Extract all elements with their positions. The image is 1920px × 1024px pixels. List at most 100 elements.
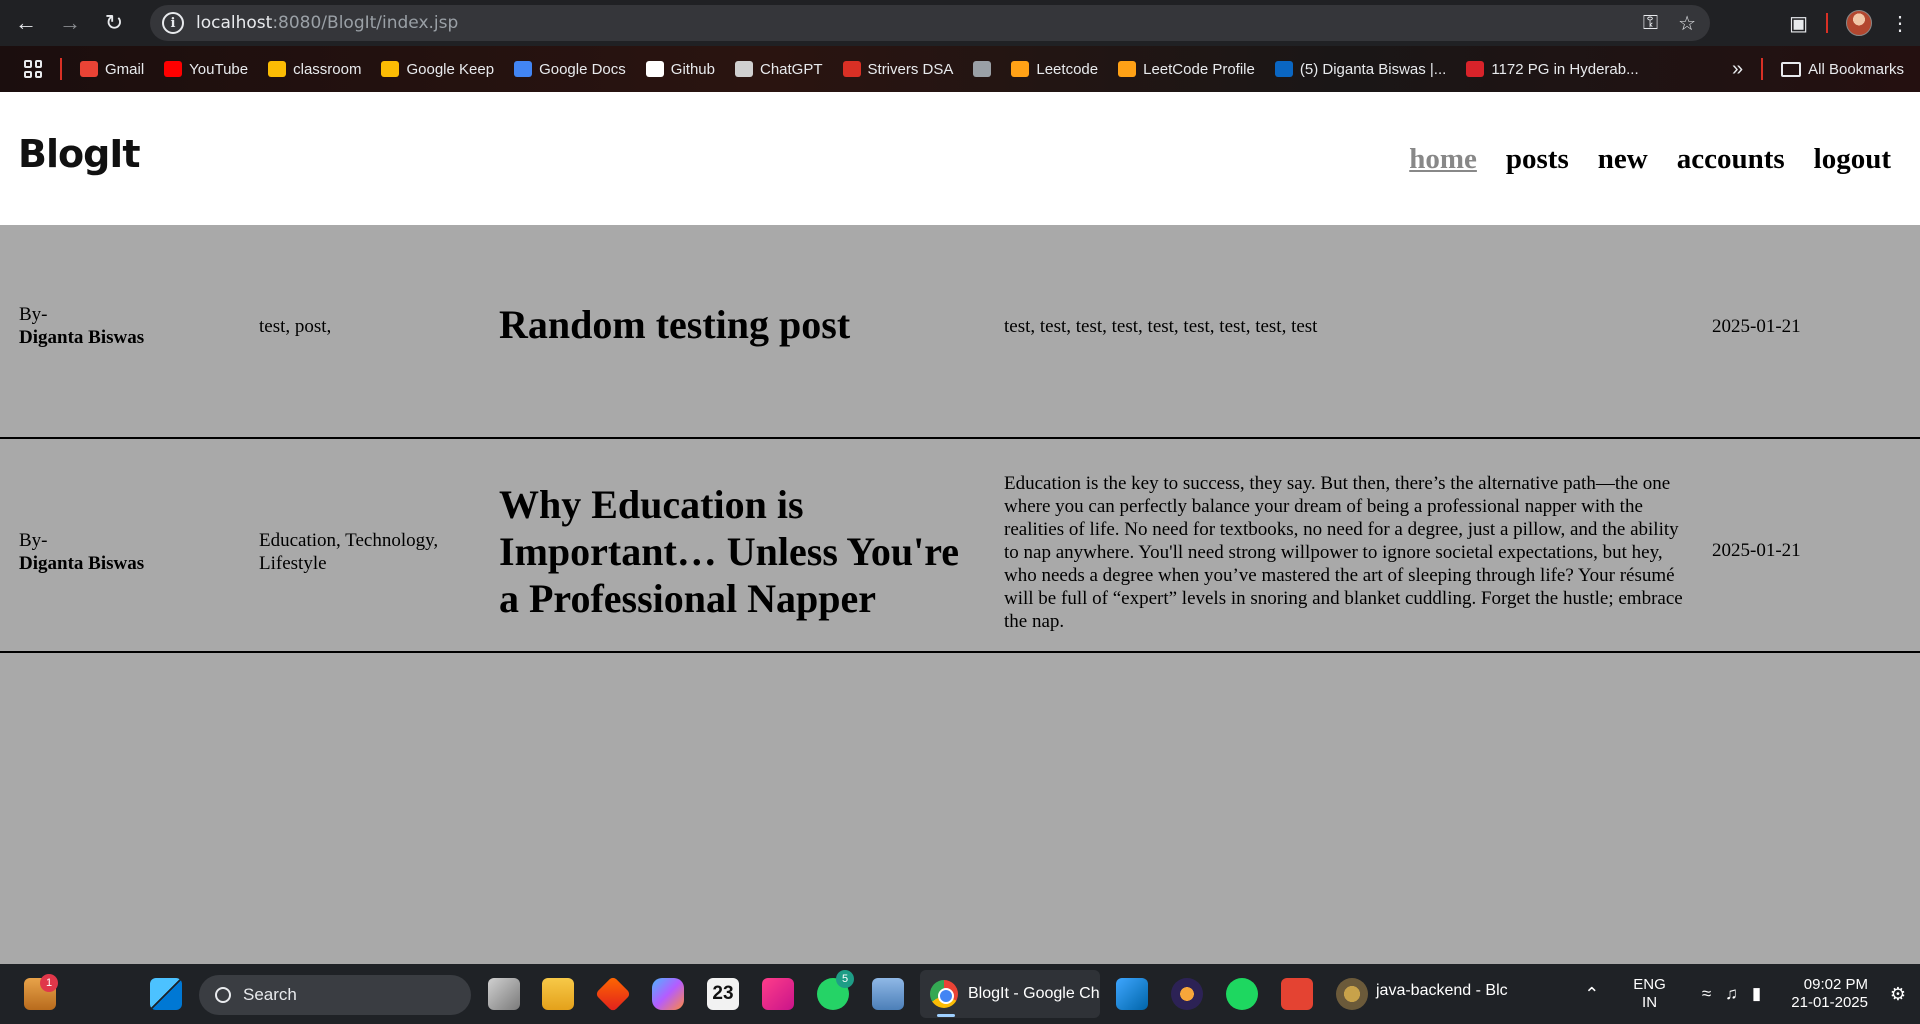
posts-list: By- Diganta Biswas test, post, Random te… <box>0 225 1920 653</box>
bookmark-label: 1172 PG in Hyderab... <box>1491 60 1639 78</box>
search-icon <box>215 987 231 1003</box>
post-row[interactable]: By- Diganta Biswas Education, Technology… <box>0 439 1920 653</box>
bookmark-label: ChatGPT <box>759 60 823 78</box>
bookmark-label: Google Keep <box>406 60 495 78</box>
notification-bell-icon[interactable]: ⚙ <box>1890 984 1906 1005</box>
wifi-icon[interactable]: ≈ <box>1702 984 1711 1004</box>
menu-kebab-icon[interactable]: ⋮ <box>1890 11 1910 36</box>
password-key-icon[interactable]: ⚿ <box>1643 12 1658 35</box>
bookmark-item[interactable]: (5) Diganta Biswas |... <box>1274 61 1446 78</box>
leetcode-icon <box>1118 61 1137 77</box>
forward-arrow-icon[interactable]: → <box>52 5 88 41</box>
whatsapp-badge: 5 <box>836 970 854 988</box>
site-info-icon[interactable]: i <box>162 12 184 34</box>
bookmark-item[interactable]: LeetCode Profile <box>1118 61 1255 78</box>
keep-icon <box>381 61 400 77</box>
lang-line2: IN <box>1642 994 1658 1011</box>
leetcode-icon <box>1011 61 1030 77</box>
author-name: Diganta Biswas <box>19 327 145 348</box>
bookmarks-divider-right <box>1761 58 1764 80</box>
volume-icon[interactable]: ♫ <box>1725 984 1738 1004</box>
clock-time: 09:02 PM <box>1803 976 1868 993</box>
bookmark-item[interactable]: ChatGPT <box>734 60 823 78</box>
magicbricks-icon <box>1466 61 1485 77</box>
lang-line1: ENG <box>1633 976 1666 993</box>
post-date: 2025-01-21 <box>1712 316 1801 337</box>
post-body: Education is the key to success, they sa… <box>1004 473 1683 632</box>
bookmark-label: Gmail <box>105 60 145 78</box>
active-app-indicator <box>937 1014 955 1017</box>
battery-icon[interactable]: ▮ <box>1752 984 1761 1004</box>
bookmark-item[interactable]: classroom <box>268 61 361 78</box>
bookmark-item[interactable]: Google Docs <box>514 61 626 78</box>
author-name: Diganta Biswas <box>19 553 145 574</box>
globe-icon <box>973 61 992 77</box>
bookmarks-bar: Gmail YouTube classroom Google Keep Google D… <box>0 46 1920 92</box>
site-logo[interactable]: BlogIt <box>18 132 141 176</box>
bookmark-star-icon[interactable]: ☆ <box>1678 11 1696 36</box>
nav-home[interactable]: home <box>1409 143 1477 176</box>
copilot-icon[interactable] <box>652 978 684 1010</box>
java-app-icon[interactable] <box>1336 978 1368 1010</box>
bookmark-item[interactable]: Gmail <box>80 61 144 78</box>
tuf-icon <box>842 61 861 77</box>
bookmark-item[interactable]: Strivers DSA <box>842 60 954 78</box>
linkedin-icon <box>1274 61 1293 77</box>
bookmark-label: Leetcode <box>1036 60 1099 78</box>
taskbar-search[interactable]: Search <box>199 975 471 1015</box>
youtube-icon <box>164 61 183 77</box>
browser-toolbar: ← → ↻ i localhost:8080/BlogIt/index.jsp … <box>0 0 1920 46</box>
classroom-icon <box>268 61 287 77</box>
reload-icon[interactable]: ↻ <box>96 5 132 41</box>
calendar-icon[interactable]: 23 <box>707 978 739 1010</box>
nav-accounts[interactable]: accounts <box>1677 143 1785 176</box>
bookmark-item[interactable] <box>973 61 992 77</box>
post-tags: Education, Technology, Lifestyle <box>259 530 439 574</box>
chatgpt-icon <box>734 61 753 77</box>
back-arrow-icon[interactable]: ← <box>8 5 44 41</box>
eclipse-icon[interactable] <box>1171 978 1203 1010</box>
toolbar-divider <box>1826 13 1828 33</box>
chrome-taskbar-button[interactable]: BlogIt - Google Ch <box>920 970 1100 1018</box>
bookmark-label: YouTube <box>189 60 249 78</box>
nav-new[interactable]: new <box>1598 143 1648 176</box>
profile-avatar[interactable] <box>1846 10 1872 36</box>
anydesk-icon[interactable] <box>594 975 632 1013</box>
post-title[interactable]: Why Education is Important… Unless You'r… <box>499 481 979 622</box>
task-view-icon[interactable] <box>488 978 520 1010</box>
bookmark-item[interactable]: Leetcode <box>1011 61 1098 78</box>
nav-logout[interactable]: logout <box>1814 143 1891 176</box>
post-row[interactable]: By- Diganta Biswas test, post, Random te… <box>0 225 1920 439</box>
url-text[interactable]: localhost:8080/BlogIt/index.jsp <box>196 13 458 33</box>
bookmark-item[interactable]: Google Keep <box>381 61 494 78</box>
bookmarks-overflow-icon[interactable]: » <box>1732 58 1743 81</box>
java-task-label[interactable]: java-backend - Blc <box>1376 982 1508 1000</box>
forza-icon[interactable] <box>762 978 794 1010</box>
extensions-icon[interactable]: ▣ <box>1789 11 1808 36</box>
file-explorer-icon[interactable] <box>542 978 574 1010</box>
post-date: 2025-01-21 <box>1712 540 1801 561</box>
bookmark-item[interactable]: Github <box>645 61 715 78</box>
calculator-icon[interactable] <box>872 978 904 1010</box>
bookmark-item[interactable]: YouTube <box>164 61 248 78</box>
bookmark-label: Strivers DSA <box>867 60 954 78</box>
tray-chevron-icon[interactable]: ⌃ <box>1584 984 1599 1005</box>
spotify-icon[interactable] <box>1226 978 1258 1010</box>
apps-grid-icon[interactable] <box>24 60 42 78</box>
chrome-icon <box>930 980 958 1008</box>
nav-posts[interactable]: posts <box>1506 143 1569 176</box>
bookmark-item[interactable]: 1172 PG in Hyderab... <box>1466 60 1639 78</box>
windows-start-icon[interactable] <box>150 978 182 1010</box>
by-label: By- <box>19 304 48 325</box>
post-title[interactable]: Random testing post <box>499 301 979 348</box>
by-label: By- <box>19 530 48 551</box>
address-bar[interactable]: i localhost:8080/BlogIt/index.jsp ⚿ ☆ <box>150 5 1710 41</box>
vscode-icon[interactable] <box>1116 978 1148 1010</box>
all-bookmarks-button[interactable]: All Bookmarks <box>1781 61 1904 78</box>
language-indicator[interactable]: ENG IN <box>1633 976 1666 1012</box>
taskbar-clock[interactable]: 09:02 PM 21-01-2025 <box>1791 976 1868 1012</box>
gmail-icon <box>80 61 98 77</box>
todoist-icon[interactable] <box>1281 978 1313 1010</box>
bookmarks-divider <box>60 58 62 80</box>
weather-badge: 1 <box>40 974 58 992</box>
